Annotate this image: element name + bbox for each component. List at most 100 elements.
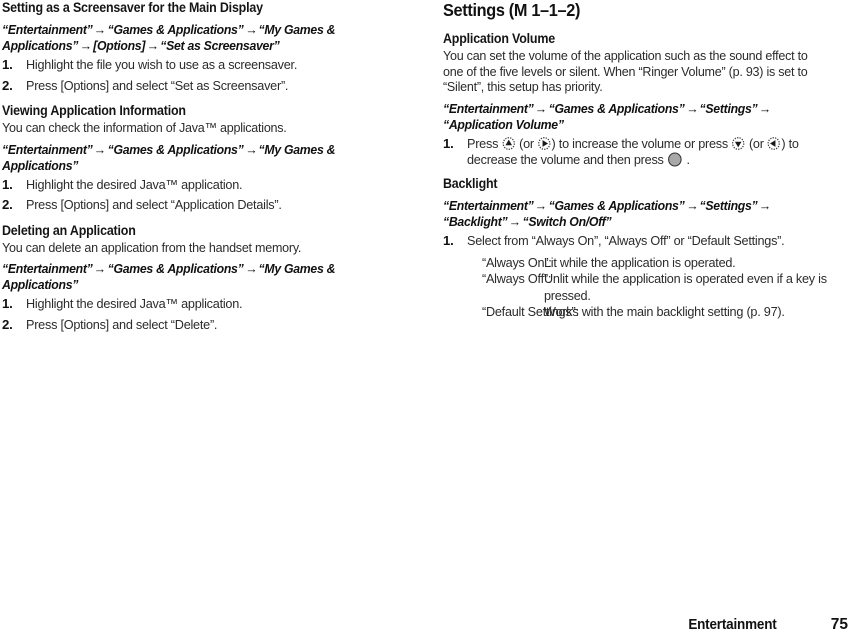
definition-term: “Always On”: [443, 255, 552, 271]
path-step: “Entertainment” [2, 141, 93, 157]
path-step: [Options] [93, 38, 146, 53]
section-setting-as-screensaver: Setting as a Screensaver for the Main Di… [2, 0, 402, 94]
section-heading: Application Volume [443, 31, 555, 46]
step-list: 1. Press (or ) to increase the volume or… [443, 136, 849, 169]
step-list: 1. Select from “Always On”, “Always Off”… [443, 233, 849, 250]
step-number: 1. [2, 57, 13, 72]
step-number: 1. [443, 232, 454, 248]
nav-left-key-icon [767, 136, 781, 150]
arrow-icon: → [244, 142, 258, 157]
arrow-icon: → [685, 101, 699, 116]
arrow-icon: → [508, 214, 522, 229]
step-item: 1. Press (or ) to increase the volume or… [443, 136, 849, 169]
arrow-icon: → [79, 39, 93, 53]
arrow-icon: → [534, 101, 548, 116]
section-heading: Setting as a Screensaver for the Main Di… [2, 0, 263, 15]
step-item: 2. Press [Options] and select “Delete”. [2, 317, 402, 334]
step-number: 2. [2, 77, 13, 93]
left-column: Setting as a Screensaver for the Main Di… [2, 0, 402, 342]
definition-term: “Default Settings”: [443, 304, 579, 320]
step-item: 2. Press [Options] and select “Set as Sc… [2, 78, 402, 95]
section-heading: Deleting an Application [2, 222, 136, 238]
nav-up-key-icon [502, 136, 515, 150]
step-item: 1. Highlight the file you wish to use as… [2, 57, 402, 74]
path-step: “Games & Applications” [107, 261, 244, 276]
step-text-part: (or [515, 135, 538, 151]
section-heading: Backlight [443, 175, 498, 191]
definition-row: “Always On”: Lit while the application i… [443, 255, 849, 271]
step-list: 1. Highlight the file you wish to use as… [2, 57, 402, 94]
step-number: 1. [2, 176, 13, 192]
step-number: 1. [443, 135, 454, 151]
arrow-icon: → [93, 142, 107, 157]
section-intro: You can delete an application from the h… [2, 239, 302, 255]
arrow-icon: → [244, 23, 258, 37]
definition-description: Lit while the application is operated. [544, 255, 849, 271]
path-step: “Entertainment” [443, 100, 534, 116]
step-list: 1. Highlight the desired Java™ applicati… [2, 177, 402, 214]
backlight-option-definitions: “Always On”: Lit while the application i… [443, 255, 849, 321]
step-list: 1. Highlight the desired Java™ applicati… [2, 296, 402, 333]
step-text: Press [Options] and select “Delete”. [26, 316, 218, 332]
step-text: Press (or ) to increase the volume or pr… [467, 136, 834, 169]
step-text: Highlight the file you wish to use as a … [26, 57, 298, 72]
definition-description-text: Lit while the application is operated. [544, 255, 736, 270]
step-text-part: ) to increase the volume or press [551, 135, 732, 151]
footer-section-name: Entertainment [688, 617, 777, 633]
arrow-icon: → [758, 198, 772, 213]
step-item: 1. Highlight the desired Java™ applicati… [2, 177, 402, 194]
navigation-path: “Entertainment”→“Games & Applications”→“… [2, 261, 374, 293]
nav-down-key-icon [732, 136, 745, 150]
arrow-icon: → [685, 198, 699, 213]
arrow-icon: → [93, 262, 107, 276]
definition-term-text: “Always On”: [482, 255, 552, 270]
arrow-icon: → [146, 39, 160, 53]
definition-term-text: “Always Off”: [482, 271, 552, 287]
path-step: “Games & Applications” [548, 197, 685, 213]
path-step: “Games & Applications” [548, 100, 685, 116]
section-application-volume: Application Volume You can set the volum… [443, 31, 849, 169]
path-step: “Switch On/Off” [522, 213, 612, 229]
step-number: 2. [2, 316, 13, 332]
arrow-icon: → [534, 198, 548, 213]
path-step: “Entertainment” [443, 197, 534, 213]
navigation-path: “Entertainment”→“Games & Applications”→“… [443, 101, 821, 133]
path-step: “Backlight” [443, 213, 508, 229]
path-step: “Set as Screensaver” [160, 38, 280, 53]
arrow-icon: → [93, 23, 107, 37]
path-step: “Application Volume” [443, 116, 564, 132]
step-text-part: . [683, 152, 691, 167]
footer-page-number: 75 [830, 616, 848, 633]
definition-term: “Always Off”: [443, 271, 551, 287]
definition-row: “Always Off”: Unlit while the applicatio… [443, 271, 849, 304]
step-text-part: Press [467, 135, 502, 151]
section-deleting-an-application: Deleting an Application You can delete a… [2, 223, 402, 334]
definition-row: “Default Settings”: Works with the main … [443, 304, 849, 320]
section-heading: Viewing Application Information [2, 103, 186, 118]
path-step: “Entertainment” [2, 261, 93, 276]
arrow-icon: → [758, 101, 772, 116]
step-text: Press [Options] and select “Application … [26, 197, 282, 212]
arrow-icon: → [244, 262, 258, 276]
section-intro: You can set the volume of the applicatio… [443, 48, 808, 94]
manual-page: Setting as a Screensaver for the Main Di… [0, 0, 854, 644]
center-select-key-icon [668, 152, 682, 167]
path-step: “Games & Applications” [107, 141, 244, 157]
step-text: Highlight the desired Java™ application. [26, 176, 243, 192]
path-step: “Settings” [699, 197, 758, 213]
path-step: “Settings” [699, 100, 758, 116]
page-footer: Entertainment 75 [0, 616, 848, 636]
path-step: “Entertainment” [2, 22, 93, 37]
navigation-path: “Entertainment”→“Games & Applications”→“… [443, 198, 821, 230]
step-item: 1. Highlight the desired Java™ applicati… [2, 296, 402, 313]
step-number: 2. [2, 197, 13, 212]
definition-description: Unlit while the application is operated … [544, 271, 849, 304]
step-item: 2. Press [Options] and select “Applicati… [2, 197, 402, 214]
section-viewing-application-information: Viewing Application Information You can … [2, 103, 402, 214]
section-intro: You can check the information of Java™ a… [2, 120, 287, 135]
navigation-path: “Entertainment”→“Games & Applications”→“… [2, 22, 374, 54]
path-step: “Games & Applications” [107, 22, 244, 37]
definition-description-text: Works with the main backlight setting (p… [544, 304, 785, 320]
page-title: Settings (M 1–1–2) [443, 0, 581, 20]
definition-description: Works with the main backlight setting (p… [544, 304, 849, 320]
